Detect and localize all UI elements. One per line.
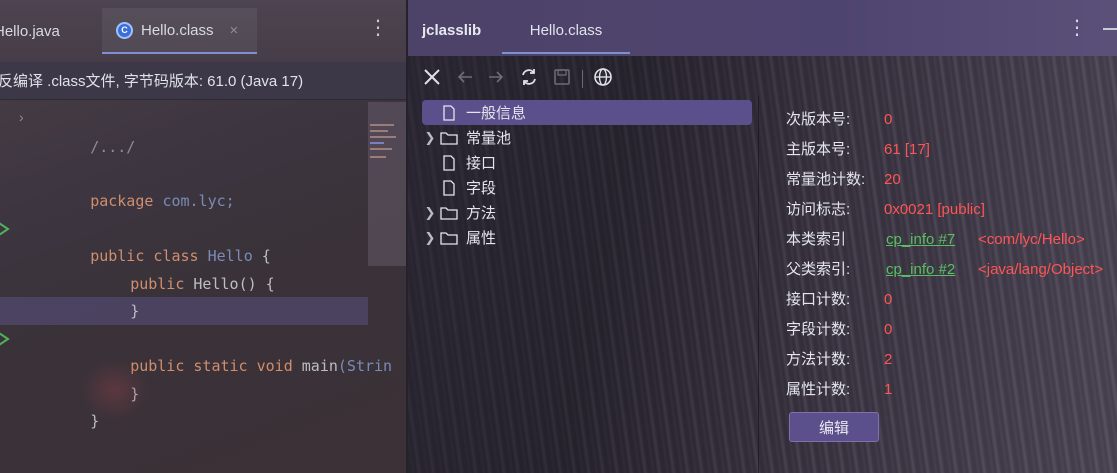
info-row-attributes-count: 属性计数: 1 [786, 377, 1116, 403]
info-row-access-flags: 访问标志: 0x0021 [public] [786, 197, 1116, 223]
tab-label: Hello.java [0, 22, 60, 40]
tree-item-interfaces[interactable]: 接口 [422, 150, 752, 175]
info-value: 0 [884, 291, 893, 308]
folder-icon [438, 131, 460, 145]
semicolon: ; [225, 192, 235, 210]
info-value: 0x0021 [public] [884, 201, 985, 218]
chevron-right-icon[interactable]: ❯ [422, 205, 438, 221]
fold-icon[interactable]: › [19, 109, 24, 125]
tree-item-label: 属性 [466, 230, 497, 247]
import-comment: /.../ [90, 138, 136, 156]
decompiled-banner: 反编译 .class文件, 字节码版本: 61.0 (Java 17) [0, 62, 406, 100]
info-label: 次版本号: [786, 111, 851, 128]
folder-icon [438, 206, 460, 220]
tab-hello-java[interactable]: Hello.java [0, 8, 60, 54]
cp-info-link[interactable]: cp_info #2 [886, 257, 955, 283]
info-row-minor-version: 次版本号: 0 [786, 107, 1116, 133]
jclasslib-toolbar [408, 58, 1117, 96]
info-value: 0 [884, 111, 893, 128]
info-label: 常量池计数: [786, 171, 866, 188]
info-label: 本类索引 [786, 231, 847, 248]
tab-hello-class-bytecode[interactable]: Hello.class [502, 8, 630, 54]
tool-window-title: jclasslib [422, 22, 482, 39]
jclasslib-pane: jclasslib Hello.class ⋮ 一般信息 ❯ 常量池 接口 字段… [408, 0, 1117, 473]
tree-item-label: 字段 [466, 180, 497, 197]
run-gutter-icon[interactable] [0, 222, 10, 236]
save-icon[interactable] [551, 66, 573, 88]
editor-pane: Hello.java C Hello.class × ⋮ 反编译 .class文… [0, 0, 406, 473]
info-value: <com/lyc/Hello> [978, 231, 1085, 248]
tree-item-attributes[interactable]: ❯ 属性 [422, 225, 752, 250]
current-line-highlight [0, 297, 368, 325]
info-row-methods-count: 方法计数: 2 [786, 347, 1116, 373]
close-icon[interactable] [421, 66, 443, 88]
info-value: 2 [884, 351, 893, 368]
keyword: package [90, 192, 154, 210]
tree-item-general-info[interactable]: 一般信息 [422, 100, 752, 125]
brace: } [90, 412, 100, 430]
info-row-major-version: 主版本号: 61 [17] [786, 137, 1116, 163]
info-row-super-class: 父类索引: cp_info #2 <java/lang/Object> [786, 257, 1116, 283]
chevron-right-icon[interactable]: ❯ [422, 230, 438, 246]
brace: } [130, 385, 140, 403]
info-value: 1 [884, 381, 893, 398]
brace: } [130, 302, 140, 320]
forward-icon[interactable] [485, 66, 507, 88]
tree-item-methods[interactable]: ❯ 方法 [422, 200, 752, 225]
info-label: 主版本号: [786, 141, 851, 158]
chevron-right-icon[interactable]: ❯ [422, 130, 438, 146]
tab-label: Hello.class [141, 21, 214, 39]
info-row-constant-pool-count: 常量池计数: 20 [786, 167, 1116, 193]
code-minimap[interactable] [368, 102, 406, 266]
info-label: 访问标志: [786, 201, 851, 218]
file-icon [438, 104, 460, 121]
file-icon [438, 154, 460, 171]
info-label: 字段计数: [786, 321, 851, 338]
info-label: 父类索引: [786, 261, 851, 278]
tree-item-label: 常量池 [466, 130, 512, 147]
info-value: 0 [884, 321, 893, 338]
info-row-interfaces-count: 接口计数: 0 [786, 287, 1116, 313]
info-label: 接口计数: [786, 291, 851, 308]
globe-icon[interactable] [592, 66, 614, 88]
folder-icon [438, 231, 460, 245]
info-label: 方法计数: [786, 351, 851, 368]
info-label: 属性计数: [786, 381, 851, 398]
info-value: 61 [17] [884, 141, 930, 158]
run-gutter-icon[interactable] [0, 332, 10, 346]
more-options-icon[interactable]: ⋮ [368, 18, 388, 38]
editor-tab-bar: Hello.java C Hello.class × ⋮ [0, 0, 406, 62]
tree-item-label: 方法 [466, 205, 497, 222]
more-options-icon[interactable]: ⋮ [1067, 18, 1087, 38]
tab-hello-class[interactable]: C Hello.class × [102, 8, 257, 54]
tree-item-fields[interactable]: 字段 [422, 175, 752, 200]
info-value: 20 [884, 171, 901, 188]
refresh-icon[interactable] [518, 66, 540, 88]
minimize-icon[interactable] [1103, 28, 1117, 30]
info-value: <java/lang/Object> [978, 261, 1104, 278]
tree-item-constant-pool[interactable]: ❯ 常量池 [422, 125, 752, 150]
banner-text: 反编译 .class文件, 字节码版本: 61.0 (Java 17) [0, 73, 304, 90]
tree-item-label: 一般信息 [466, 105, 527, 122]
back-icon[interactable] [454, 66, 476, 88]
close-icon[interactable]: × [230, 22, 239, 39]
info-row-this-class: 本类索引 cp_info #7 <com/lyc/Hello> [786, 227, 1116, 253]
edit-button[interactable]: 编辑 [789, 412, 879, 442]
package-name: com.lyc [162, 192, 226, 210]
tree-item-label: 接口 [466, 155, 497, 172]
file-icon [438, 179, 460, 196]
jclasslib-tab-bar: jclasslib Hello.class ⋮ [408, 0, 1117, 56]
cp-info-link[interactable]: cp_info #7 [886, 227, 955, 253]
class-file-icon: C [116, 21, 133, 39]
tree-splitter[interactable] [758, 96, 759, 473]
toolbar-separator [582, 70, 583, 88]
info-row-fields-count: 字段计数: 0 [786, 317, 1116, 343]
